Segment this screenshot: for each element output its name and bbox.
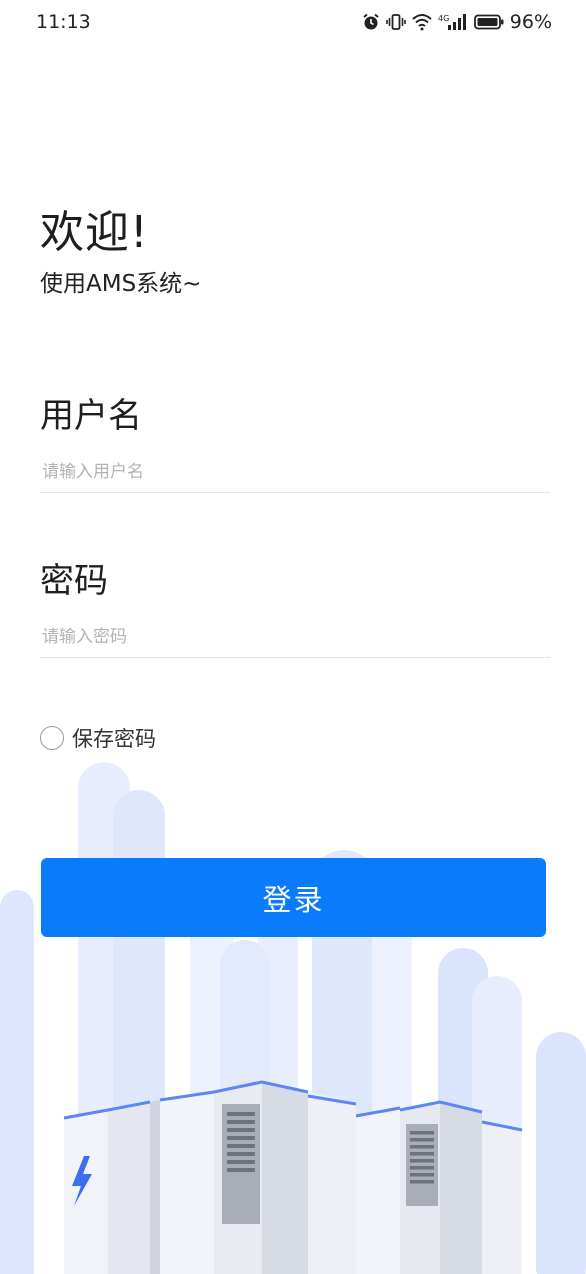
password-label: 密码 xyxy=(40,561,108,601)
username-input[interactable] xyxy=(40,452,550,493)
alarm-icon xyxy=(362,13,380,31)
remember-password-toggle[interactable]: 保存密码 xyxy=(40,723,156,753)
login-screen: 11:13 4G 96% 欢迎! 使用AMS系统~ 用户名 请输入用户名 密码 … xyxy=(0,0,586,1274)
remember-password-label: 保存密码 xyxy=(72,727,156,751)
battery-percent: 96% xyxy=(509,11,552,33)
wifi-icon xyxy=(412,13,432,31)
remember-password-radio[interactable] xyxy=(40,726,64,750)
network-type: 4G xyxy=(438,14,449,23)
signal-icon: 4G xyxy=(438,13,468,31)
status-bar: 11:13 4G 96% xyxy=(0,0,586,44)
server-racks xyxy=(63,1080,523,1274)
username-label: 用户名 xyxy=(40,396,142,436)
server-illustration xyxy=(0,762,586,1274)
battery-icon xyxy=(473,14,504,30)
password-input[interactable] xyxy=(40,617,550,658)
welcome-title: 欢迎! xyxy=(40,207,149,258)
status-time: 11:13 xyxy=(36,11,91,33)
vibrate-icon xyxy=(385,13,406,31)
login-button[interactable]: 登录 xyxy=(41,858,546,937)
status-icons: 4G 96% xyxy=(362,11,552,33)
welcome-subtitle: 使用AMS系统~ xyxy=(40,271,202,297)
